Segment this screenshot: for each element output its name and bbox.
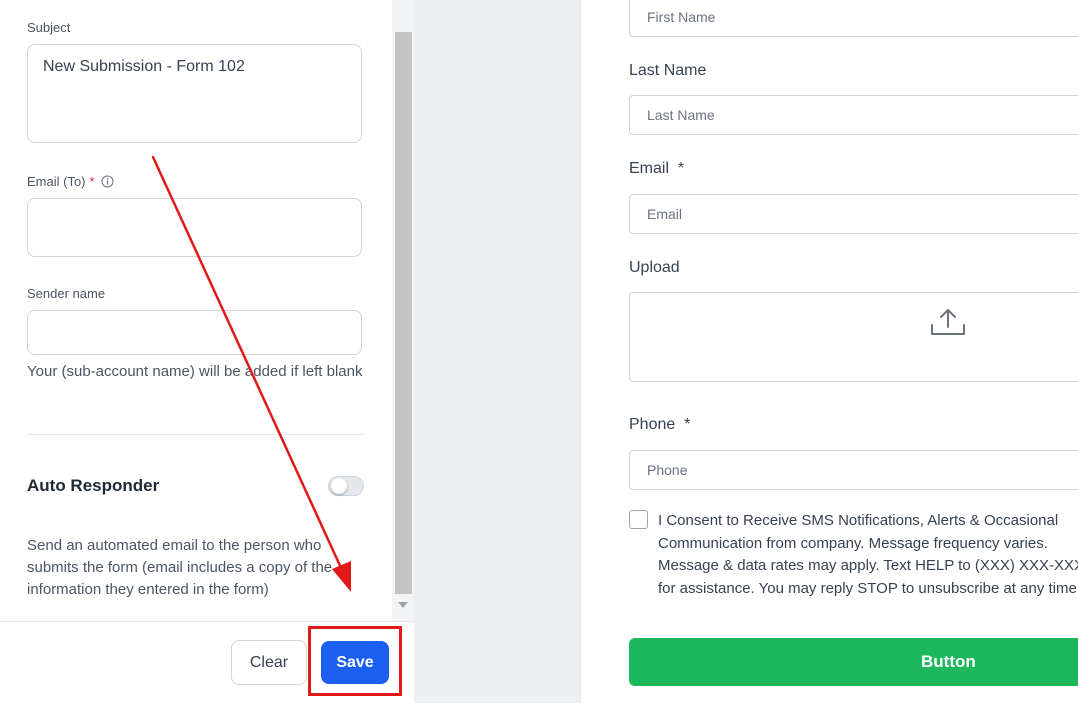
email-to-field[interactable] [27,198,362,257]
phone-input[interactable]: Phone [629,450,1078,490]
first-name-input[interactable]: First Name [629,0,1078,37]
phone-label: Phone * [629,416,691,433]
email-settings-panel: Subject New Submission - Form 102 Email … [0,0,392,703]
subject-label: Subject [27,20,71,35]
sender-name-field[interactable] [27,310,362,355]
scrollbar-thumb[interactable] [395,32,412,594]
sender-name-label: Sender name [27,286,106,301]
save-highlight-box [308,626,402,696]
upload-dropzone[interactable] [629,292,1078,382]
form-submit-button[interactable]: Button [629,638,1078,686]
required-asterisk: * [89,174,95,189]
email-to-label-text: Email (To) [27,174,86,189]
scroll-down-arrow-icon[interactable] [398,602,408,608]
consent-checkbox[interactable] [629,510,648,529]
email-input[interactable]: Email [629,194,1078,234]
last-name-input[interactable]: Last Name [629,95,1078,135]
auto-responder-description: Send an automated email to the person wh… [27,537,333,598]
subject-value: New Submission - Form 102 [43,58,245,75]
consent-text: I Consent to Receive SMS Notifications, … [658,512,1078,597]
form-preview: First Name Last Name Last Name Email * E… [581,0,1078,703]
subject-field[interactable]: New Submission - Form 102 [27,44,362,143]
info-icon[interactable] [101,175,114,191]
upload-icon [930,307,966,342]
settings-scrollbar[interactable] [392,0,414,622]
auto-responder-toggle[interactable] [328,476,364,496]
canvas-background [414,0,580,703]
email-to-label: Email (To) * [27,174,114,191]
auto-responder-title: Auto Responder [27,476,160,495]
email-label: Email * [629,160,685,177]
sender-name-helper: Your (sub-account name) will be added if… [27,363,363,380]
toggle-knob [331,478,347,494]
clear-button[interactable]: Clear [231,640,307,685]
last-name-label: Last Name [629,62,707,79]
section-divider [27,434,364,435]
upload-label: Upload [629,259,680,276]
